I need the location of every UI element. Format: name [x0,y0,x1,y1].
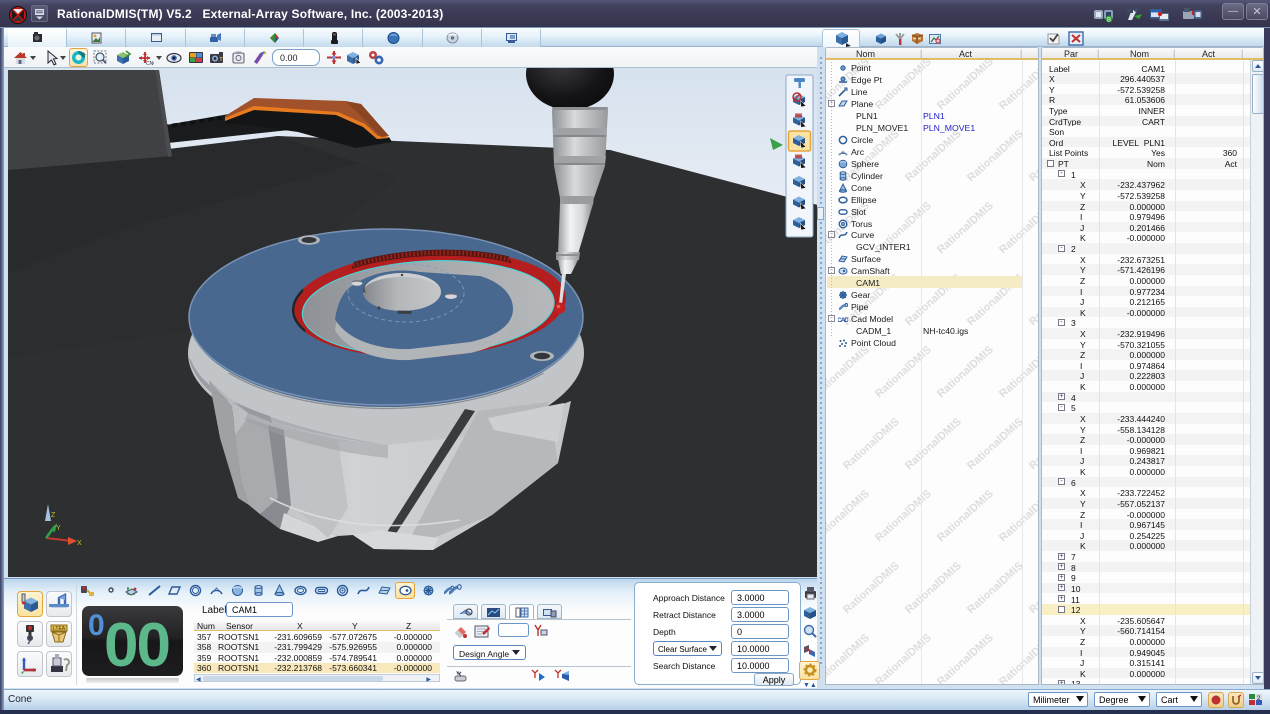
svg-text:X: X [77,540,82,547]
svg-text:Z: Z [51,512,56,519]
svg-text:T: T [220,57,223,63]
svg-text:LTEA: LTEA [53,626,66,632]
svg-text:Y: Y [56,525,61,532]
svg-text:CNC: CNC [146,61,154,66]
svg-text:B: B [1107,18,1111,23]
svg-text:CAD: CAD [838,317,848,324]
